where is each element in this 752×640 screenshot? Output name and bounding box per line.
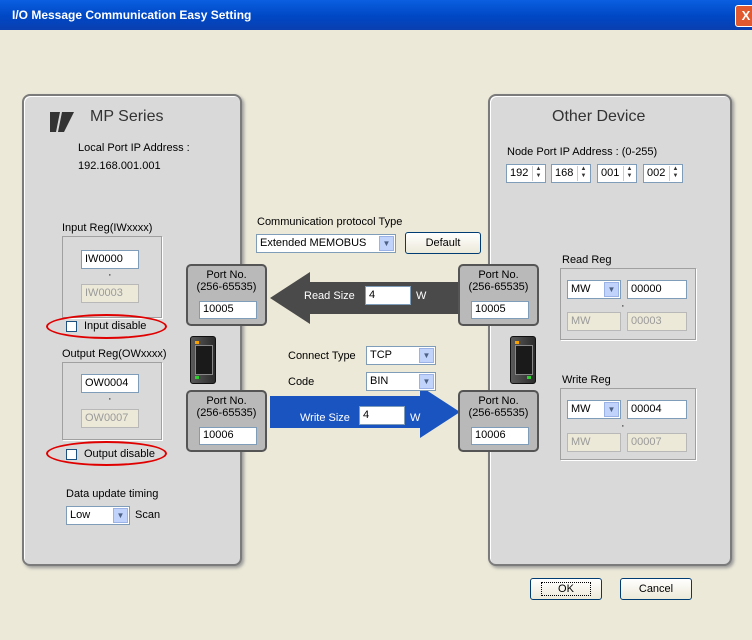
close-button[interactable]: X: [735, 5, 752, 27]
mp-write-port-field[interactable]: 10006: [199, 427, 257, 445]
ip-octet-2-value: 168: [555, 167, 574, 179]
input-reg-group: [62, 236, 162, 318]
write-reg-label: Write Reg: [562, 374, 611, 386]
node-ip-label: Node Port IP Address : (0-255): [507, 146, 658, 158]
port-label: Port No.: [206, 269, 247, 281]
write-reg-end-field: 00007: [627, 433, 687, 452]
chevron-down-icon[interactable]: ▼: [379, 236, 394, 251]
write-reg-type-end-value: MW: [571, 436, 591, 448]
port-range-label: (256-65535): [468, 407, 529, 419]
input-reg-start-field[interactable]: IW0000: [81, 250, 139, 269]
mp-series-title: MP Series: [90, 108, 164, 125]
update-timing-label: Data update timing: [66, 488, 159, 500]
chevron-down-icon[interactable]: ▼: [419, 348, 434, 363]
ip-octet-1-value: 192: [510, 167, 529, 179]
ip-octet-3-spinner[interactable]: 001 ▲ ▼: [597, 164, 637, 183]
input-disable-label: Input disable: [84, 320, 147, 332]
update-timing-value: Low: [70, 509, 91, 521]
read-reg-label: Read Reg: [562, 254, 612, 266]
mp-read-port-field[interactable]: 10005: [199, 301, 257, 319]
write-reg-separator: ·: [621, 420, 625, 432]
ok-label: OK: [541, 582, 591, 596]
chevron-down-icon[interactable]: ▼: [604, 402, 619, 417]
write-size-label: Write Size: [300, 412, 350, 424]
ip-octet-2-spinner[interactable]: 168 ▲ ▼: [551, 164, 591, 183]
connect-type-select[interactable]: TCP ▼: [366, 346, 436, 365]
local-ip-value: 192.168.001.001: [78, 160, 161, 172]
window-title: I/O Message Communication Easy Setting: [12, 8, 252, 22]
yaskawa-logo-icon: [50, 112, 74, 132]
read-size-field[interactable]: 4: [365, 286, 411, 305]
spin-arrows-icon[interactable]: ▲ ▼: [623, 166, 635, 181]
port-label: Port No.: [478, 395, 519, 407]
write-reg-type-select[interactable]: MW ▼: [567, 400, 621, 419]
ip-octet-1-spinner[interactable]: 192 ▲ ▼: [506, 164, 546, 183]
spin-arrows-icon[interactable]: ▲ ▼: [577, 166, 589, 181]
port-label: Port No.: [206, 395, 247, 407]
chevron-down-icon[interactable]: ▼: [419, 374, 434, 389]
output-reg-separator: ·: [108, 393, 112, 405]
dev-ethernet-port-icon: [510, 336, 536, 384]
other-device-title: Other Device: [552, 108, 646, 125]
mp-ethernet-port-icon: [190, 336, 216, 384]
dev-write-port-box: Port No. (256-65535) 10006: [458, 390, 539, 452]
output-disable-label: Output disable: [84, 448, 155, 460]
read-reg-type-end: MW: [567, 312, 621, 331]
mp-write-port-box: Port No. (256-65535) 10006: [186, 390, 267, 452]
chevron-down-icon[interactable]: ▼: [113, 508, 128, 523]
code-value: BIN: [370, 375, 389, 387]
read-reg-type-end-value: MW: [571, 315, 591, 327]
protocol-type-select[interactable]: Extended MEMOBUS ▼: [256, 234, 396, 253]
ip-octet-3-value: 001: [601, 167, 620, 179]
read-reg-type-value: MW: [571, 283, 591, 295]
protocol-type-label: Communication protocol Type: [257, 216, 403, 228]
input-disable-checkbox[interactable]: [66, 321, 77, 332]
cancel-button[interactable]: Cancel: [620, 578, 692, 600]
input-reg-label: Input Reg(IWxxxx): [62, 222, 153, 234]
read-size-label: Read Size: [304, 290, 355, 302]
output-reg-label: Output Reg(OWxxxx): [62, 348, 167, 360]
port-range-label: (256-65535): [196, 281, 257, 293]
read-reg-type-select[interactable]: MW ▼: [567, 280, 621, 299]
local-ip-label: Local Port IP Address :: [78, 142, 190, 154]
dev-read-port-box: Port No. (256-65535) 10005: [458, 264, 539, 326]
output-reg-start-field[interactable]: OW0004: [81, 374, 139, 393]
port-range-label: (256-65535): [468, 281, 529, 293]
dev-read-port-field[interactable]: 10005: [471, 301, 529, 319]
write-size-field[interactable]: 4: [359, 406, 405, 425]
read-size-unit: W: [416, 290, 427, 302]
output-disable-checkbox[interactable]: [66, 449, 77, 460]
code-select[interactable]: BIN ▼: [366, 372, 436, 391]
spin-arrows-icon[interactable]: ▲ ▼: [669, 166, 681, 181]
write-reg-start-field[interactable]: 00004: [627, 400, 687, 419]
ip-octet-4-spinner[interactable]: 002 ▲ ▼: [643, 164, 683, 183]
write-size-unit: W: [410, 412, 421, 424]
output-reg-end-field: OW0007: [81, 409, 139, 428]
input-reg-separator: ·: [108, 269, 112, 281]
default-button[interactable]: Default: [405, 232, 481, 254]
ok-button[interactable]: OK: [530, 578, 602, 600]
write-reg-type-value: MW: [571, 403, 591, 415]
connect-type-label: Connect Type: [288, 350, 356, 362]
mp-read-port-box: Port No. (256-65535) 10005: [186, 264, 267, 326]
ip-octet-4-value: 002: [647, 167, 666, 179]
scan-label: Scan: [135, 509, 161, 521]
port-label: Port No.: [478, 269, 519, 281]
read-reg-separator: ·: [621, 300, 625, 312]
connect-type-value: TCP: [370, 349, 392, 361]
update-timing-select[interactable]: Low ▼: [66, 506, 130, 525]
dev-write-port-field[interactable]: 10006: [471, 427, 529, 445]
code-label: Code: [288, 376, 315, 388]
input-reg-end-field: IW0003: [81, 284, 139, 303]
write-reg-type-end: MW: [567, 433, 621, 452]
protocol-type-value: Extended MEMOBUS: [260, 237, 367, 249]
read-reg-start-field[interactable]: 00000: [627, 280, 687, 299]
read-reg-end-field: 00003: [627, 312, 687, 331]
spin-arrows-icon[interactable]: ▲ ▼: [532, 166, 544, 181]
port-range-label: (256-65535): [196, 407, 257, 419]
chevron-down-icon[interactable]: ▼: [604, 282, 619, 297]
